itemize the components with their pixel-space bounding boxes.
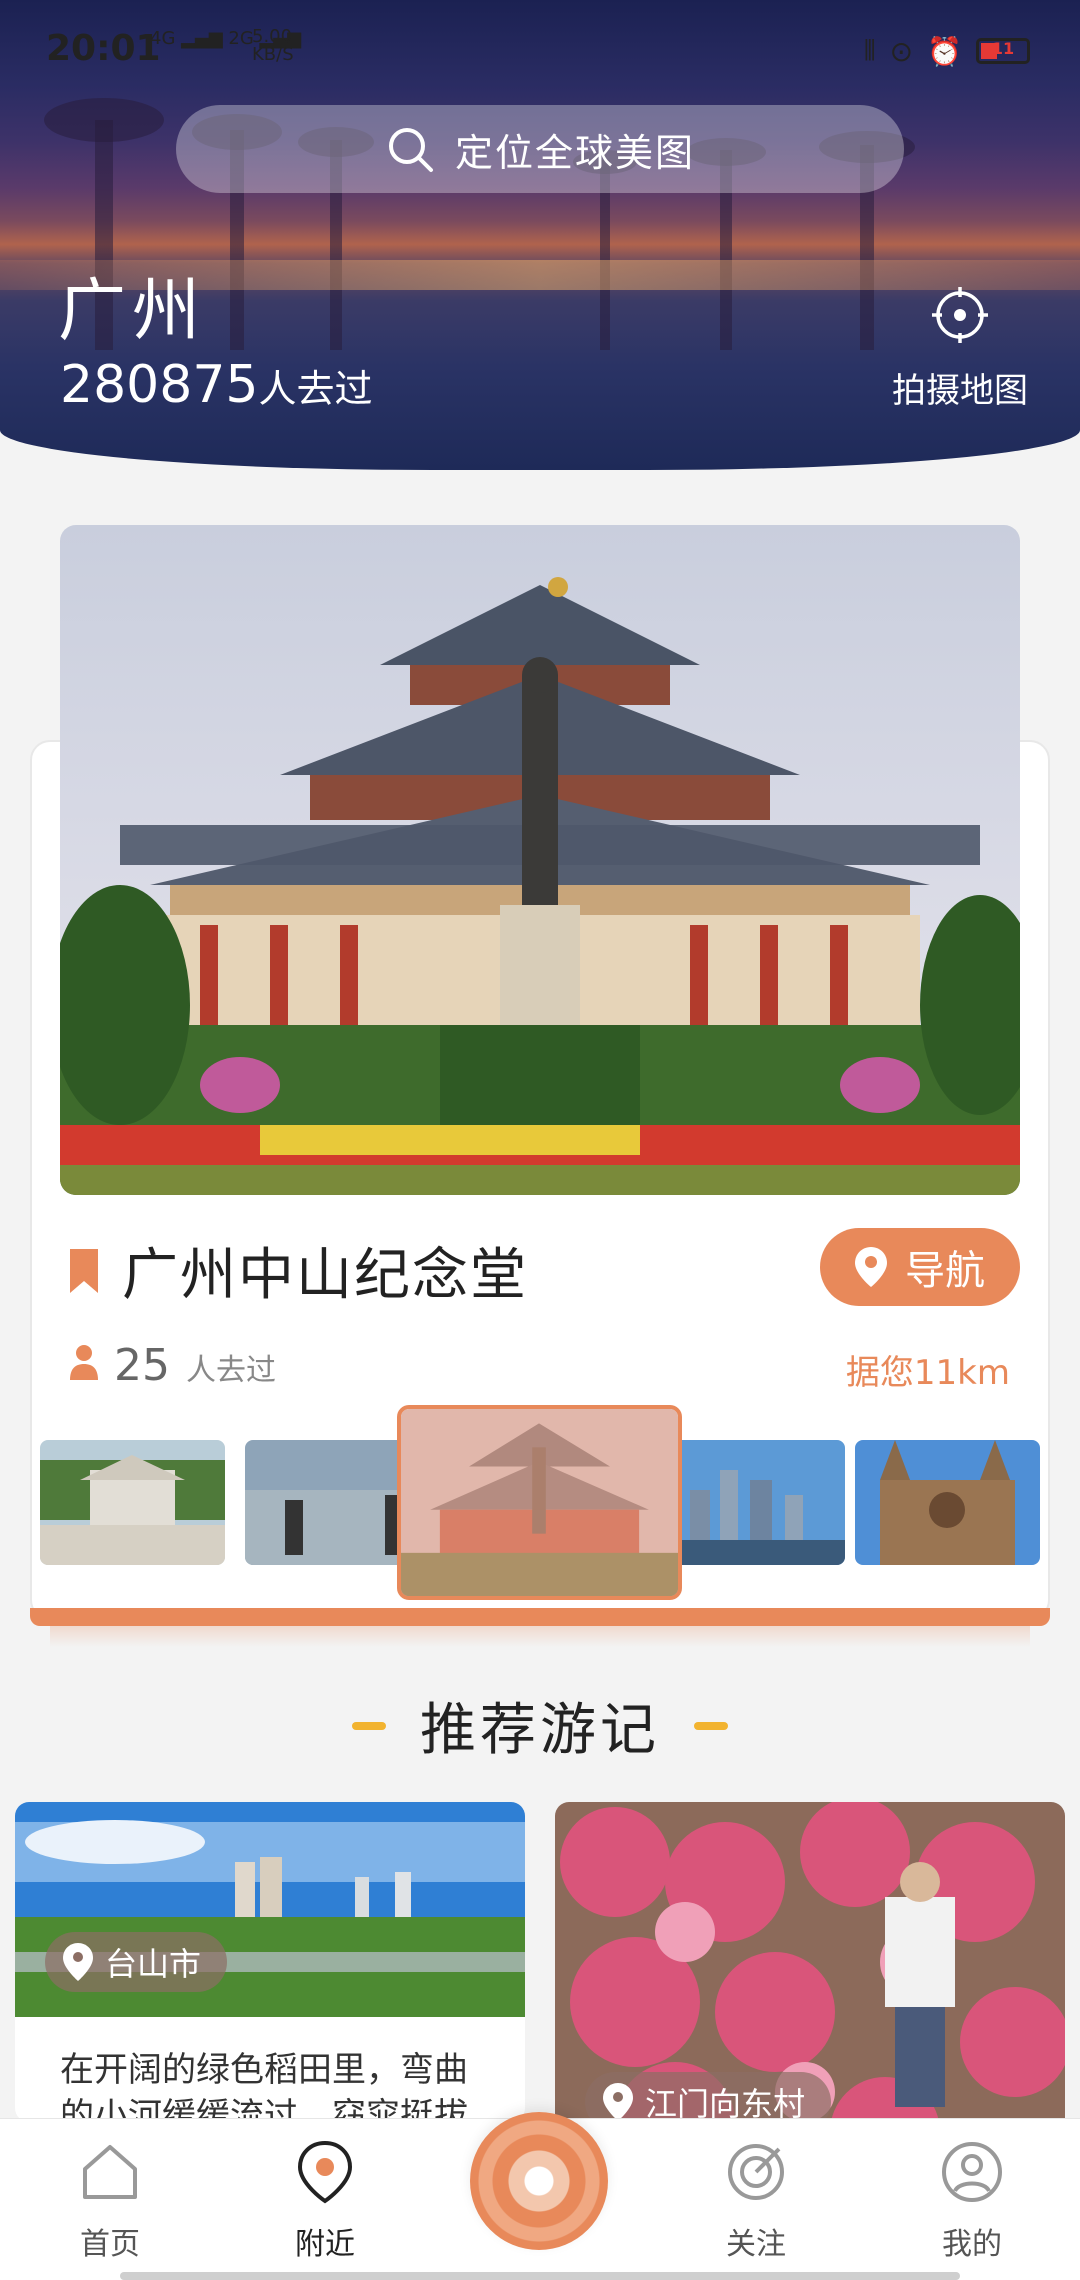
gesture-bar	[120, 2272, 960, 2280]
selected-overlay	[401, 1409, 678, 1596]
target-icon	[728, 2144, 784, 2200]
network-2: 2G	[228, 28, 254, 49]
status-icons: ⫴ ⊙ ⏰ 11	[864, 34, 1030, 68]
thumbnail-5-image	[855, 1440, 1040, 1565]
visited-label: 人去过	[186, 1353, 276, 1388]
navigate-button[interactable]: 导航	[820, 1228, 1020, 1306]
navigate-label: 导航	[905, 1248, 985, 1294]
network-speed: 5.00 KB/S	[252, 28, 294, 64]
city-name: 广州	[58, 272, 207, 351]
tab-nearby-label: 附近	[295, 2227, 355, 2262]
speed-unit: KB/S	[252, 44, 294, 65]
card-accent-bar	[30, 1608, 1050, 1626]
city-hero-banner: 20:01 4G ▂▄▆ 2G ▂▄▆ 5.00 KB/S ⫴ ⊙ ⏰ 11 定…	[0, 0, 1080, 470]
tab-nearby[interactable]: 附近	[255, 2139, 395, 2263]
tab-follow-label: 关注	[726, 2227, 786, 2262]
city-visit-count: 280875人去过	[60, 355, 373, 415]
heading-dash-left	[352, 1721, 386, 1730]
thumbnail-1-image	[40, 1440, 225, 1565]
poi-distance: 据您11km	[845, 1353, 1010, 1393]
person-icon	[70, 1345, 98, 1380]
tab-home-label: 首页	[80, 2227, 140, 2262]
poi-title: 广州中山纪念堂	[70, 1230, 528, 1311]
location-pin-icon	[63, 1943, 93, 1981]
memorial-hall-image	[60, 525, 1020, 1195]
visited-count: 25	[114, 1340, 170, 1391]
battery-level: 11	[991, 39, 1015, 58]
thumbnail-1[interactable]	[40, 1440, 225, 1565]
tab-profile-label: 我的	[942, 2227, 1002, 2262]
location-pin-icon	[603, 2083, 633, 2121]
battery-icon: 11	[976, 38, 1030, 64]
search-bar[interactable]: 定位全球美图	[176, 105, 904, 193]
network-1: 4G	[150, 28, 176, 49]
thumbnail-4-image	[660, 1440, 845, 1565]
location-label: 台山市	[105, 1945, 202, 1983]
section-title: 推荐游记	[420, 1698, 660, 1763]
visit-count-label: 人去过	[258, 367, 373, 411]
photo-map-label: 拍摄地图	[892, 371, 1028, 411]
travelogue-card-1[interactable]: 台山市 在开阔的绿色稻田里，弯曲的小河缓缓流过，窈窕挺拔	[15, 1802, 525, 2122]
poi-main-photo[interactable]	[60, 525, 1020, 1195]
poi-visited: 25 人去过	[70, 1340, 276, 1391]
app-screen: 20:01 4G ▂▄▆ 2G ▂▄▆ 5.00 KB/S ⫴ ⊙ ⏰ 11 定…	[0, 0, 1080, 2280]
thumbnail-4[interactable]	[660, 1440, 845, 1565]
thumbnail-5[interactable]	[855, 1440, 1040, 1565]
location-icon	[297, 2140, 353, 2204]
status-time: 20:01	[46, 28, 161, 69]
tab-profile[interactable]: 我的	[902, 2139, 1042, 2263]
thumbnail-3-selected[interactable]	[397, 1405, 682, 1600]
card-shadow	[50, 1625, 1030, 1647]
heading-dash-right	[694, 1721, 728, 1730]
recommended-travelogue-heading: 推荐游记	[0, 1685, 1080, 1766]
camera-center-button[interactable]	[470, 2112, 608, 2250]
bookmark-icon	[70, 1248, 98, 1293]
status-bar: 20:01 4G ▂▄▆ 2G ▂▄▆ 5.00 KB/S ⫴ ⊙ ⏰ 11	[0, 22, 1080, 82]
poi-thumbnail-strip	[40, 1405, 1040, 1605]
crosshair-icon	[932, 287, 988, 343]
home-icon	[83, 2145, 137, 2199]
profile-icon	[942, 2142, 1002, 2202]
vibrate-icon: ⫴	[863, 34, 876, 67]
lock-rotation-icon: ⊙	[889, 34, 914, 68]
alarm-icon: ⏰	[927, 34, 962, 68]
poi-name: 广州中山纪念堂	[122, 1243, 528, 1308]
travelogue-excerpt: 在开阔的绿色稻田里，弯曲的小河缓缓流过，窈窕挺拔	[60, 2050, 468, 2122]
search-icon	[388, 128, 433, 172]
tab-follow[interactable]: 关注	[686, 2139, 826, 2263]
location-pin-icon	[855, 1247, 887, 1287]
location-chip: 台山市	[45, 1932, 228, 1992]
visit-count-number: 280875	[60, 355, 259, 415]
search-placeholder: 定位全球美图	[454, 130, 695, 175]
tab-home[interactable]: 首页	[40, 2139, 180, 2263]
photo-map-button[interactable]: 拍摄地图	[890, 285, 1030, 412]
